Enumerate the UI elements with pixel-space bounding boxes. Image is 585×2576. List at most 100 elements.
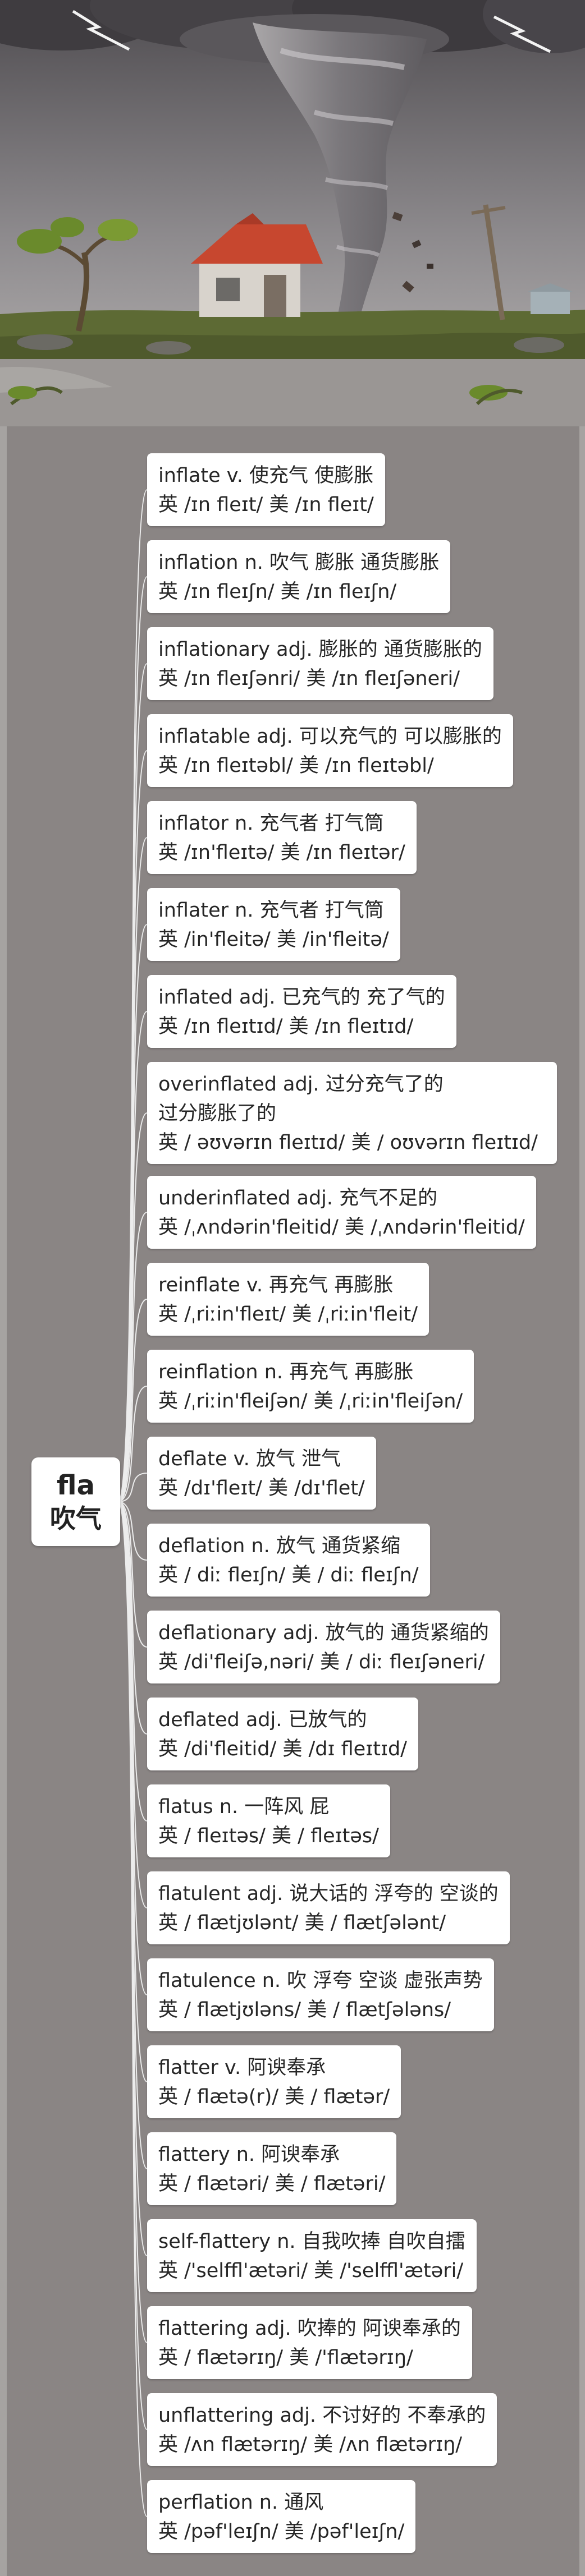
- word-entry: reinflate v. 再充气 再膨胀: [158, 1274, 394, 1296]
- word-pronunciation: 英 / əʊvərɪn fleɪtɪd/ 美 / oʊvərɪn fleɪtɪd…: [158, 1131, 538, 1154]
- word-pronunciation: 英 / flætjʊləns/ 美 / flætʃələns/: [158, 1999, 451, 2021]
- word-pronunciation: 英 /ɪn'fleɪtə/ 美 /ɪn fleɪtər/: [158, 841, 405, 864]
- word-entry: inflator n. 充气者 打气筒: [158, 812, 384, 835]
- connector-line: [117, 1112, 148, 1502]
- word-pronunciation: 英 /pəf'leɪʃn/ 美 /pəf'leɪʃn/: [158, 2520, 405, 2543]
- tornado-illustration: [0, 0, 585, 426]
- connector-line: [117, 1501, 148, 2430]
- word-entry: deflated adj. 已放气的: [158, 1709, 367, 1731]
- connector-line: [117, 837, 148, 1502]
- word-pronunciation: 英 /di'fleitid/ 美 /dɪ fleɪtɪd/: [158, 1738, 407, 1760]
- word-card-inflationary: inflationary adj. 膨胀的 通货膨胀的 英 /ɪn fleɪʃə…: [147, 627, 493, 700]
- word-pronunciation: 英 /ˌʌndərin'fleitid/ 美 /ˌʌndərin'fleitid…: [158, 1216, 525, 1239]
- word-card-overinflated: overinflated adj. 过分充气了的 过分膨胀了的 英 / əʊvə…: [147, 1062, 557, 1164]
- word-card-flattering: flattering adj. 吹捧的 阿谀奉承的 英 / flætərɪŋ/ …: [147, 2306, 472, 2379]
- connector-line: [117, 576, 148, 1502]
- word-pronunciation: 英 /ɪn fleɪtəbl/ 美 /ɪn fleɪtəbl/: [158, 755, 434, 777]
- word-card-unflattering: unflattering adj. 不讨好的 不奉承的 英 /ʌn flætər…: [147, 2393, 497, 2466]
- root-stem: fla: [57, 1470, 95, 1501]
- connector-line: [117, 924, 148, 1502]
- word-card-deflationary: deflationary adj. 放气的 通货紧缩的 英 /di'fleiʃə…: [147, 1611, 500, 1683]
- connector-line: [117, 1501, 148, 1735]
- word-pronunciation: 英 /in'fleitə/ 美 /in'fleitə/: [158, 928, 389, 951]
- word-pronunciation: 英 /ɪn fleɪtɪd/ 美 /ɪn fleɪtɪd/: [158, 1015, 414, 1038]
- word-card-perflation: perflation n. 通风 英 /pəf'leɪʃn/ 美 /pəf'le…: [147, 2480, 416, 2553]
- word-card-underinflated: underinflated adj. 充气不足的 英 /ˌʌndərin'fle…: [147, 1176, 536, 1249]
- connector-line: [117, 1299, 148, 1502]
- connector-line: [117, 1386, 148, 1502]
- connector-line: [117, 1501, 148, 1908]
- word-pronunciation: 英 /ɪn fleɪʃənri/ 美 /ɪn fleɪʃəneri/: [158, 668, 460, 690]
- left-border: [0, 426, 7, 2576]
- connector-line: [117, 663, 148, 1502]
- connector-line: [117, 1501, 148, 1821]
- word-entry: inflated adj. 已充气的 充了气的: [158, 986, 445, 1009]
- connector-line: [117, 1501, 148, 1995]
- word-pronunciation: 英 / flætjʊlənt/ 美 / flætʃələnt/: [158, 1912, 446, 1934]
- word-pronunciation: 英 / flætərɪŋ/ 美 /'flætərɪŋ/: [158, 2347, 413, 2369]
- root-node: fla 吹气: [31, 1457, 120, 1546]
- connector-line: [117, 489, 148, 1502]
- word-entry: underinflated adj. 充气不足的: [158, 1187, 438, 1209]
- word-pronunciation: 英 /ʌn flætərɪŋ/ 美 /ʌn flætərɪŋ/: [158, 2434, 463, 2456]
- connector-line: [117, 1212, 148, 1502]
- word-card-inflation: inflation n. 吹气 膨胀 通货膨胀 英 /ɪn fleɪʃn/ 美 …: [147, 540, 451, 613]
- word-card-deflate: deflate v. 放气 泄气 英 /dɪ'fleɪt/ 美 /dɪ'flet…: [147, 1437, 376, 1510]
- word-pronunciation: 英 /ɪn fleɪʃn/ 美 /ɪn fleɪʃn/: [158, 581, 397, 603]
- word-pronunciation: 英 /di'fleiʃə,nəri/ 美 / diː fleɪʃəneri/: [158, 1651, 485, 1673]
- word-entry: flattering adj. 吹捧的 阿谀奉承的: [158, 2317, 461, 2340]
- word-pronunciation: 英 /ˌriːin'fleiʃən/ 美 /ˌriːin'fleiʃən/: [158, 1390, 463, 1413]
- word-entry: unflattering adj. 不讨好的 不奉承的: [158, 2404, 486, 2427]
- connector-line: [117, 1501, 148, 2256]
- connector-line: [117, 1501, 148, 2517]
- word-card-inflate: inflate v. 使充气 使膨胀 英 /ɪn fleɪt/ 美 /ɪn fl…: [147, 453, 385, 526]
- word-card-flattery: flattery n. 阿谀奉承 英 / flætəri/ 美 / flætər…: [147, 2132, 397, 2205]
- word-pronunciation: 英 /ɪn fleɪt/ 美 /ɪn fleɪt/: [158, 494, 374, 516]
- word-card-flatter: flatter v. 阿谀奉承 英 / flætə(r)/ 美 / flætər…: [147, 2045, 401, 2118]
- word-pronunciation: 英 /ˌriːin'fleɪt/ 美 /ˌriːin'fleit/: [158, 1303, 418, 1326]
- word-card-flatulent: flatulent adj. 说大话的 浮夸的 空谈的 英 / flætjʊlə…: [147, 1871, 510, 1944]
- word-card-self-flattery: self-flattery n. 自我吹捧 自吹自擂 英 /'selffl'æt…: [147, 2219, 477, 2292]
- word-entry: self-flattery n. 自我吹捧 自吹自擂: [158, 2230, 465, 2253]
- word-entry: flatulence n. 吹 浮夸 空谈 虚张声势: [158, 1970, 483, 1992]
- word-entry: deflate v. 放气 泄气: [158, 1448, 341, 1470]
- word-entry: flatter v. 阿谀奉承: [158, 2057, 326, 2079]
- word-entry: deflation n. 放气 通货紧缩: [158, 1535, 400, 1557]
- word-card-deflation: deflation n. 放气 通货紧缩 英 / diː fleɪʃn/ 美 /…: [147, 1524, 430, 1597]
- word-pronunciation: 英 / fleɪtəs/ 美 / fleɪtəs/: [158, 1825, 379, 1847]
- word-entry: flatus n. 一阵风 屁: [158, 1796, 330, 1818]
- word-entry: overinflated adj. 过分充气了的 过分膨胀了的: [158, 1073, 444, 1125]
- connector-line: [117, 1473, 148, 1502]
- word-card-inflater: inflater n. 充气者 打气筒 英 /in'fleitə/ 美 /in'…: [147, 888, 400, 961]
- connector-line: [117, 1501, 148, 2343]
- word-card-inflator: inflator n. 充气者 打气筒 英 /ɪn'fleɪtə/ 美 /ɪn …: [147, 801, 417, 874]
- word-card-flatulence: flatulence n. 吹 浮夸 空谈 虚张声势 英 / flætjʊlən…: [147, 1958, 494, 2031]
- word-entry: inflatable adj. 可以充气的 可以膨胀的: [158, 725, 502, 748]
- connector-line: [117, 750, 148, 1502]
- word-card-deflated: deflated adj. 已放气的 英 /di'fleitid/ 美 /dɪ …: [147, 1698, 418, 1770]
- word-pronunciation: 英 / flætə(r)/ 美 / flætər/: [158, 2086, 390, 2108]
- word-entry: perflation n. 通风: [158, 2491, 324, 2514]
- word-pronunciation: 英 /dɪ'fleɪt/ 美 /dɪ'flet/: [158, 1477, 365, 1499]
- word-entry: flattery n. 阿谀奉承: [158, 2143, 340, 2166]
- connector-line: [117, 1501, 148, 2082]
- word-entry: inflate v. 使充气 使膨胀: [158, 464, 374, 487]
- connector-line: [117, 1501, 148, 1561]
- word-entry: inflater n. 充气者 打气筒: [158, 899, 384, 922]
- connector-line: [117, 1011, 148, 1502]
- word-card-reinflation: reinflation n. 再充气 再膨胀 英 /ˌriːin'fleiʃən…: [147, 1350, 474, 1423]
- connector-line: [117, 1501, 148, 1648]
- word-pronunciation: 英 / diː fleɪʃn/ 美 / diː fleɪʃn/: [158, 1564, 419, 1586]
- word-card-flatus: flatus n. 一阵风 屁 英 / fleɪtəs/ 美 / fleɪtəs…: [147, 1784, 390, 1857]
- word-entry: inflation n. 吹气 膨胀 通货膨胀: [158, 551, 440, 574]
- root-meaning: 吹气: [50, 1503, 102, 1534]
- word-pronunciation: 英 /'selffl'ætəri/ 美 /'selffl'ætəri/: [158, 2260, 464, 2282]
- word-pronunciation: 英 / flætəri/ 美 / flætəri/: [158, 2173, 386, 2195]
- connector-line: [117, 1501, 148, 2169]
- word-card-inflated: inflated adj. 已充气的 充了气的 英 /ɪn fleɪtɪd/ 美…: [147, 975, 456, 1048]
- word-entry: inflationary adj. 膨胀的 通货膨胀的: [158, 638, 482, 661]
- word-entry: reinflation n. 再充气 再膨胀: [158, 1361, 414, 1383]
- word-entry: deflationary adj. 放气的 通货紧缩的: [158, 1622, 489, 1644]
- word-card-inflatable: inflatable adj. 可以充气的 可以膨胀的 英 /ɪn fleɪtə…: [147, 714, 513, 787]
- word-card-reinflate: reinflate v. 再充气 再膨胀 英 /ˌriːin'fleɪt/ 美 …: [147, 1263, 429, 1336]
